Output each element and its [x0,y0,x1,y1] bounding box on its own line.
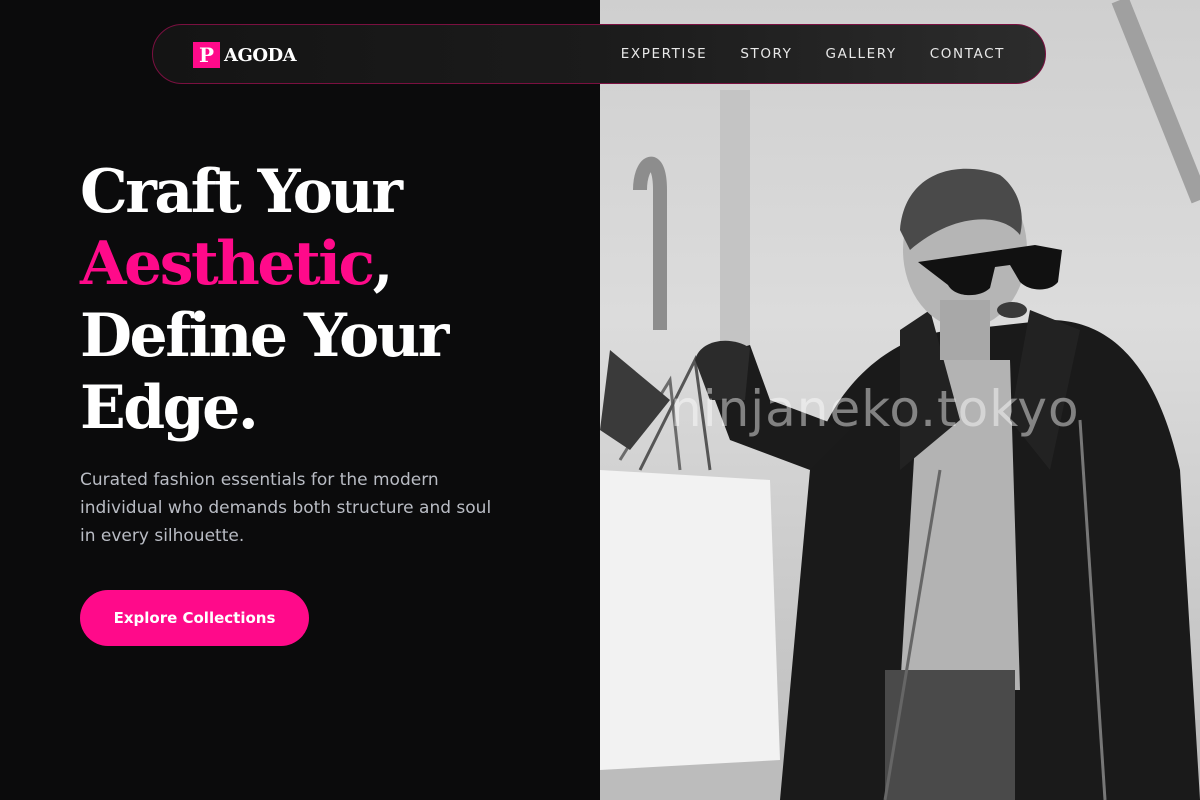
nav-link-story[interactable]: STORY [740,46,792,62]
watermark: ninjaneko.tokyo [670,380,1080,438]
hero-subtext: Curated fashion essentials for the moder… [80,470,492,546]
nav-links: EXPERTISE STORY GALLERY CONTACT [621,46,1005,62]
nav-link-expertise[interactable]: EXPERTISE [621,46,708,62]
headline-comma: , [372,229,394,299]
headline-line-4: Edge. [80,373,259,443]
navbar: P AGODA EXPERTISE STORY GALLERY CONTACT [152,24,1046,84]
nav-link-gallery[interactable]: GALLERY [826,46,897,62]
nav-link-contact[interactable]: CONTACT [930,46,1005,62]
hero-headline: Craft Your Aesthetic, Define Your Edge. [80,156,449,444]
headline-accent: Aesthetic [80,229,375,299]
brand-logo[interactable]: P AGODA [193,42,297,68]
explore-collections-button[interactable]: Explore Collections [80,590,309,646]
brand-mark: P [193,42,220,68]
headline-line-3: Define Your [80,301,449,371]
headline-line-1: Craft Your [80,157,403,227]
brand-name: AGODA [224,44,297,66]
